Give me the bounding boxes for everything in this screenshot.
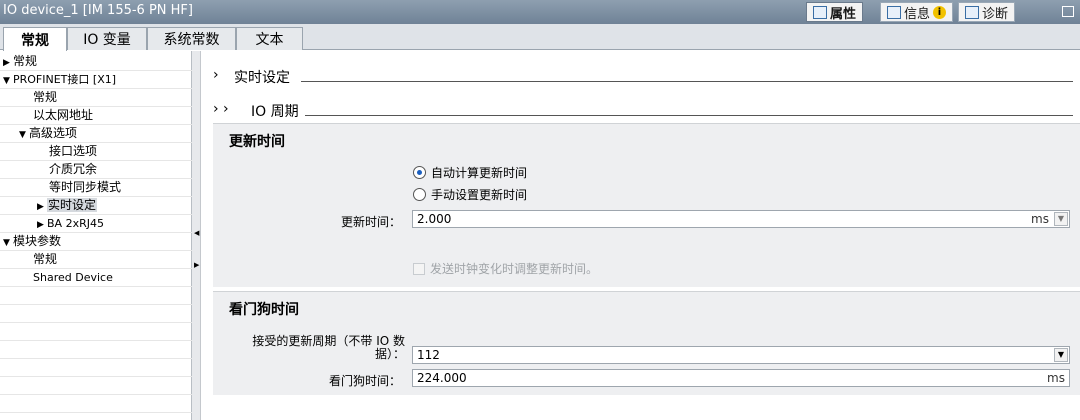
panel-splitter[interactable]: ◀ ▶ (192, 51, 201, 420)
tab-bar: 常规 IO 变量 系统常数 文本 (0, 24, 1080, 51)
properties-label: 属性 (830, 6, 857, 22)
section-title: IO 周期 (251, 104, 299, 120)
tree-item-ethernet-address[interactable]: 以太网地址 (0, 107, 192, 125)
accepted-cycles-field[interactable]: 112 ▼ (412, 346, 1070, 364)
collapse-arrow-icon[interactable]: ▼ (3, 235, 13, 252)
tab-system-constants[interactable]: 系统常数 (147, 27, 236, 50)
expand-arrow-icon[interactable]: ▶ (37, 217, 47, 234)
tree-item-interface-options[interactable]: 接口选项 (0, 143, 192, 161)
window-title: IO device_1 [IM 155-6 PN HF] (3, 3, 193, 18)
checkbox-box[interactable] (413, 262, 425, 275)
tab-texts[interactable]: 文本 (236, 27, 303, 50)
radio-selected-icon[interactable] (413, 166, 426, 179)
tree-empty-row (0, 359, 192, 377)
tree-item-profinet-interface[interactable]: ▼ PROFINET接口 [X1] (0, 71, 192, 89)
tab-general[interactable]: 常规 (3, 27, 67, 51)
dropdown-arrow-icon[interactable]: ▼ (1054, 212, 1068, 226)
tree-empty-row (0, 287, 192, 305)
tree-item-module-general[interactable]: 常规 (0, 251, 192, 269)
tree-empty-row (0, 323, 192, 341)
diagnostics-label: 诊断 (982, 6, 1009, 22)
expand-arrow-icon[interactable]: ▶ (3, 55, 13, 72)
tree-item-module-parameters[interactable]: ▼ 模块参数 (0, 233, 192, 251)
properties-icon (813, 5, 827, 19)
section-realtime-settings[interactable]: › 实时设定 (201, 61, 1080, 89)
window-titlebar: IO device_1 [IM 155-6 PN HF] 属性 信息 i 诊断 (0, 0, 1080, 24)
tree-empty-row (0, 305, 192, 323)
update-time-group: 更新时间 自动计算更新时间 手动设置更新时间 更新时间： 2.000 ms ▼ … (213, 123, 1080, 287)
info-list-icon (887, 5, 901, 19)
tree-empty-row (0, 377, 192, 395)
info-icon: i (933, 5, 947, 19)
tree-item-interface-general[interactable]: 常规 (0, 89, 192, 107)
tree-item-advanced-options[interactable]: ▼ 高级选项 (0, 125, 192, 143)
expand-arrow-icon[interactable]: ▶ (37, 199, 47, 216)
tree-item-media-redundancy[interactable]: 介质冗余 (0, 161, 192, 179)
diagnostics-tab-button[interactable]: 诊断 (958, 2, 1016, 22)
group-title: 更新时间 (229, 134, 285, 150)
tab-io-tags[interactable]: IO 变量 (67, 27, 147, 50)
section-divider (301, 81, 1073, 82)
section-divider (305, 115, 1073, 116)
adapt-update-time-checkbox[interactable]: 发送时钟变化时调整更新时间。 (413, 260, 598, 277)
tree-item-general[interactable]: ▶ 常规 (0, 53, 192, 71)
info-tab-button[interactable]: 信息 i (880, 2, 954, 22)
chevron-right-icon: › (213, 67, 219, 83)
radio-unselected-icon[interactable] (413, 188, 426, 201)
watchdog-group: 看门狗时间 接受的更新周期（不带 IO 数 据）： 112 ▼ 看门狗时间： 2… (213, 291, 1080, 395)
tree-item-ba-2xrj45[interactable]: ▶ BA 2xRJ45 (0, 215, 192, 233)
radio-auto-update-time[interactable]: 自动计算更新时间 (413, 164, 527, 181)
collapse-arrow-icon[interactable]: ▼ (3, 73, 13, 90)
update-time-field[interactable]: 2.000 ms ▼ (412, 210, 1070, 228)
tree-empty-row (0, 341, 192, 359)
radio-manual-update-time[interactable]: 手动设置更新时间 (413, 186, 527, 203)
navigation-tree: ▶ 常规 ▼ PROFINET接口 [X1] 常规 以太网地址 ▼ 高级选项 接口选项… (0, 51, 192, 420)
accepted-cycles-label: 接受的更新周期（不带 IO 数 据）： (252, 334, 405, 361)
collapse-arrow-icon[interactable]: ▼ (19, 127, 29, 144)
info-label: 信息 (904, 6, 931, 22)
section-io-cycle[interactable]: › › IO 周期 (201, 95, 1080, 123)
watchdog-time-label: 看门狗时间： (328, 374, 401, 388)
dropdown-arrow-icon[interactable]: ▼ (1054, 348, 1068, 362)
properties-content: › 实时设定 › › IO 周期 更新时间 自动计算更新时间 手动设置更新时间 … (201, 51, 1080, 420)
watchdog-time-field[interactable]: 224.000 ms (412, 369, 1070, 387)
update-time-label: 更新时间： (340, 215, 401, 229)
collapse-left-icon[interactable]: ◀ (194, 229, 199, 237)
expand-right-icon[interactable]: ▶ (194, 261, 199, 269)
tree-item-isochronous-mode[interactable]: 等时同步模式 (0, 179, 192, 197)
tree-empty-row (0, 395, 192, 413)
chevron-right-icon: › › (213, 101, 229, 117)
window-layout-icon[interactable] (1062, 6, 1074, 17)
tree-item-realtime-settings[interactable]: ▶ 实时设定 (0, 197, 192, 215)
section-title: 实时设定 (234, 70, 290, 86)
diagnostics-icon (965, 5, 979, 19)
group-title: 看门狗时间 (229, 302, 299, 318)
tree-item-shared-device[interactable]: Shared Device (0, 269, 192, 287)
properties-tab-button[interactable]: 属性 (806, 2, 864, 22)
